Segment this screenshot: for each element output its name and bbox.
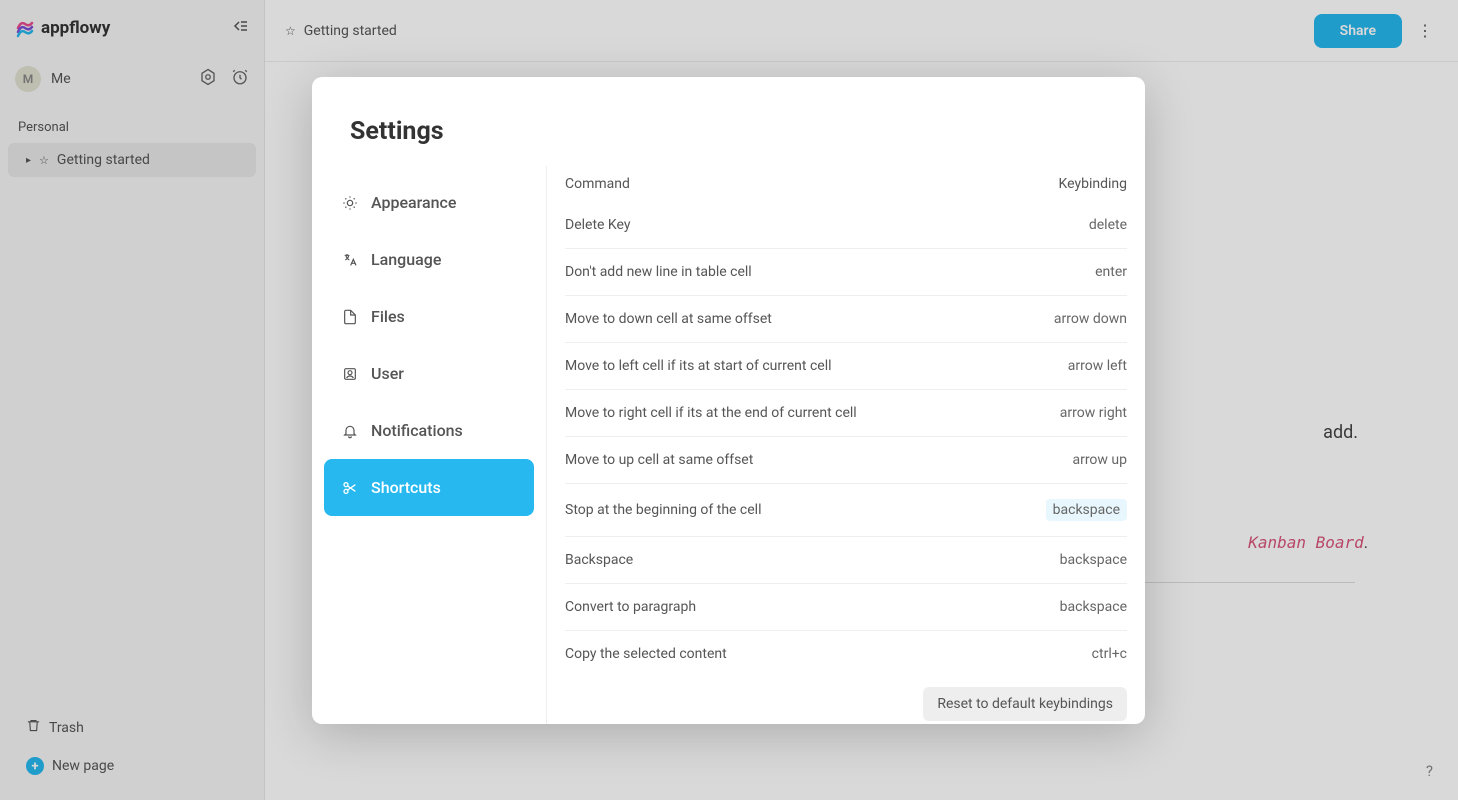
shortcut-command: Convert to paragraph	[565, 599, 696, 615]
shortcut-command: Move to left cell if its at start of cur…	[565, 358, 832, 374]
nav-language[interactable]: Language	[324, 231, 534, 288]
nav-label: Notifications	[371, 421, 463, 440]
reset-keybindings-button[interactable]: Reset to default keybindings	[923, 687, 1127, 721]
shortcut-command: Move to up cell at same offset	[565, 452, 753, 468]
shortcut-command: Backspace	[565, 552, 633, 568]
shortcut-keybinding[interactable]: enter	[1095, 264, 1127, 280]
shortcut-row[interactable]: Don't add new line in table cell enter	[565, 249, 1127, 296]
settings-modal: Settings Appearance Language Files	[312, 77, 1145, 724]
nav-label: Files	[371, 307, 405, 326]
shortcut-keybinding[interactable]: arrow down	[1054, 311, 1127, 327]
nav-label: Shortcuts	[371, 478, 441, 497]
shortcut-command: Don't add new line in table cell	[565, 264, 752, 280]
shortcut-keybinding[interactable]: backspace	[1060, 552, 1127, 568]
nav-files[interactable]: Files	[324, 288, 534, 345]
shortcut-row[interactable]: Move to down cell at same offset arrow do…	[565, 296, 1127, 343]
settings-title: Settings	[312, 77, 1145, 166]
shortcut-row[interactable]: Move to right cell if its at the end of …	[565, 390, 1127, 437]
shortcut-command: Move to right cell if its at the end of …	[565, 405, 857, 421]
shortcuts-panel: Command Keybinding Delete Key delete Don't…	[547, 166, 1145, 724]
nav-label: Appearance	[371, 193, 456, 212]
shortcut-keybinding[interactable]: backspace	[1046, 499, 1127, 521]
shortcut-command: Delete Key	[565, 217, 630, 233]
shortcut-keybinding[interactable]: arrow right	[1060, 405, 1127, 421]
files-icon	[342, 309, 358, 325]
user-icon	[342, 366, 358, 382]
nav-user[interactable]: User	[324, 345, 534, 402]
shortcut-keybinding[interactable]: arrow left	[1068, 358, 1127, 374]
shortcut-command: Move to down cell at same offset	[565, 311, 772, 327]
header-command: Command	[565, 176, 630, 192]
shortcut-command: Stop at the beginning of the cell	[565, 502, 762, 518]
shortcut-keybinding[interactable]: ctrl+c	[1092, 646, 1127, 662]
nav-label: User	[371, 364, 404, 383]
nav-notifications[interactable]: Notifications	[324, 402, 534, 459]
nav-label: Language	[371, 250, 441, 269]
shortcut-command: Copy the selected content	[565, 646, 727, 662]
shortcut-row[interactable]: Move to up cell at same offset arrow up	[565, 437, 1127, 484]
language-icon	[342, 252, 358, 268]
shortcut-row[interactable]: Stop at the beginning of the cell backspa…	[565, 484, 1127, 537]
scissors-icon	[342, 480, 358, 496]
shortcut-row[interactable]: Backspace backspace	[565, 537, 1127, 584]
shortcut-row[interactable]: Delete Key delete	[565, 202, 1127, 249]
shortcut-row[interactable]: Copy the selected content ctrl+c	[565, 631, 1127, 677]
header-keybinding: Keybinding	[1059, 176, 1127, 192]
appearance-icon	[342, 195, 358, 211]
shortcut-row[interactable]: Convert to paragraph backspace	[565, 584, 1127, 631]
shortcut-keybinding[interactable]: backspace	[1060, 599, 1127, 615]
bell-icon	[342, 423, 358, 439]
nav-shortcuts[interactable]: Shortcuts	[324, 459, 534, 516]
shortcut-keybinding[interactable]: delete	[1089, 217, 1127, 233]
nav-appearance[interactable]: Appearance	[324, 174, 534, 231]
shortcut-keybinding[interactable]: arrow up	[1072, 452, 1127, 468]
settings-nav: Appearance Language Files User	[312, 166, 547, 724]
shortcut-row[interactable]: Move to left cell if its at start of cur…	[565, 343, 1127, 390]
